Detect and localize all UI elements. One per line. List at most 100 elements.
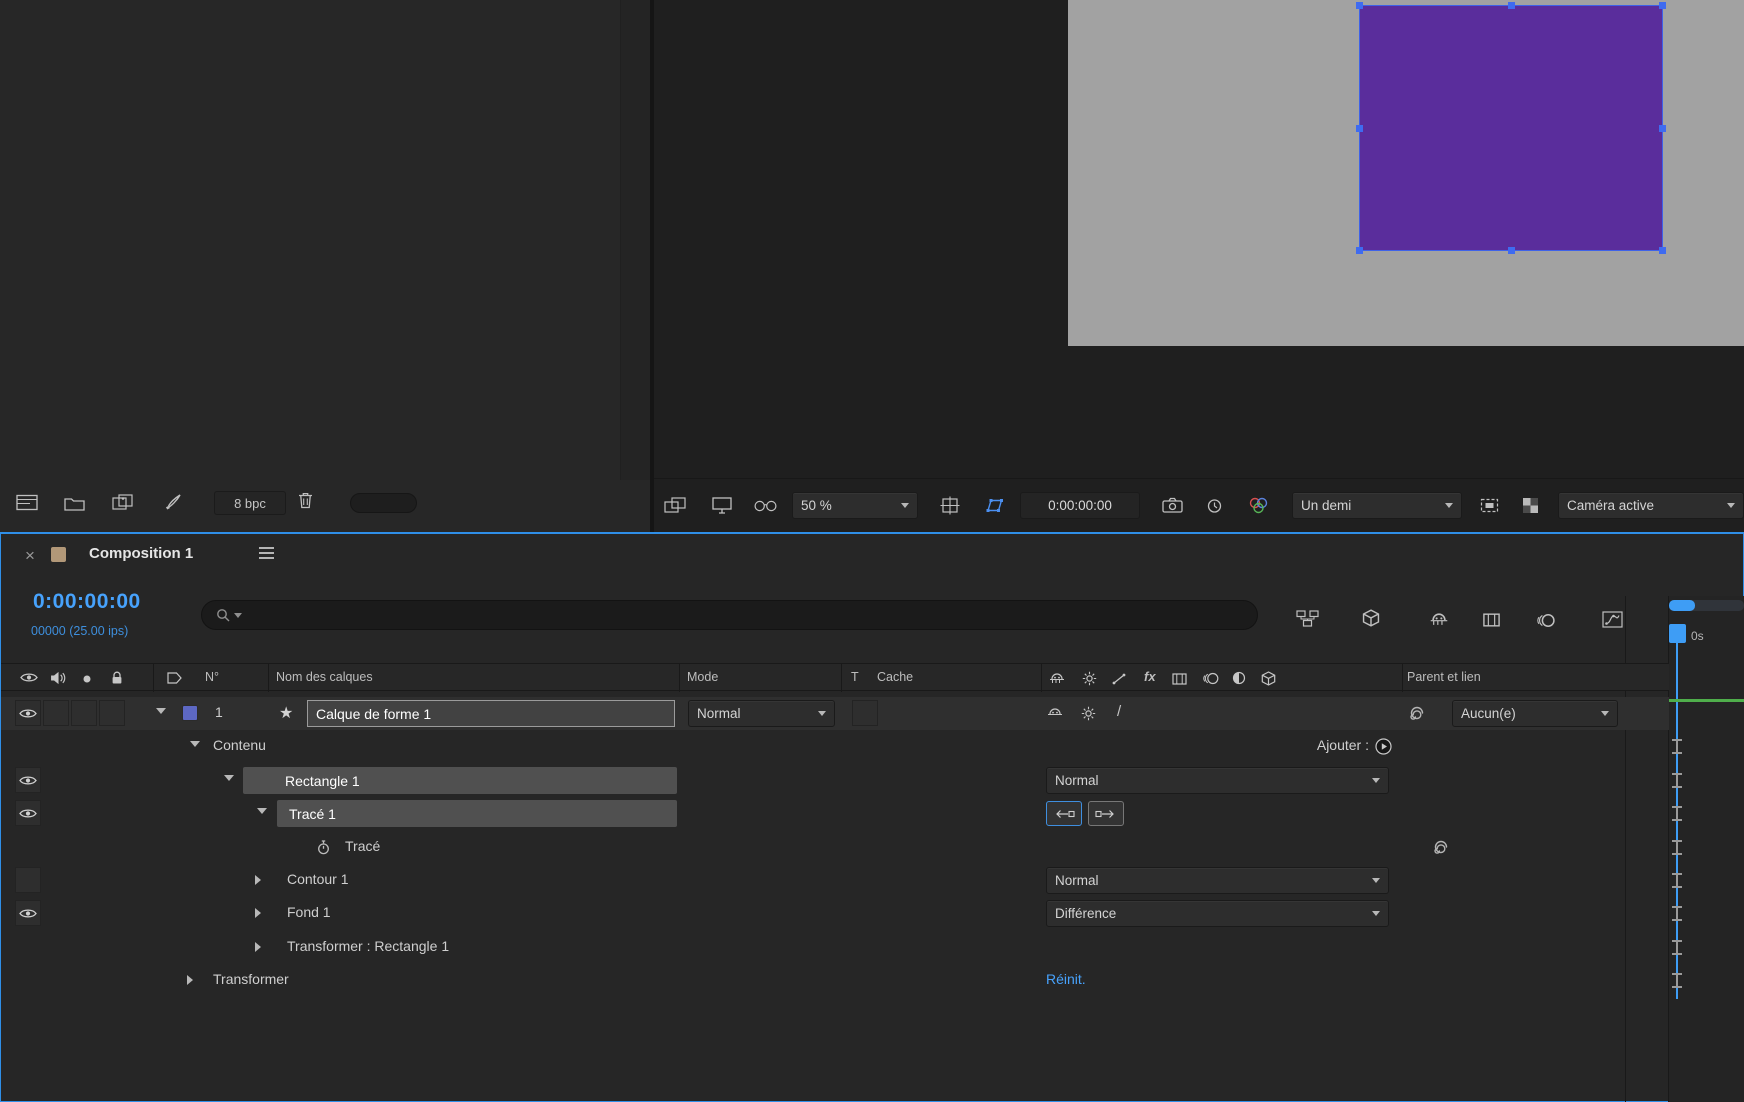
- video-toggle[interactable]: [15, 700, 41, 726]
- reset-link[interactable]: Réinit.: [1046, 971, 1086, 987]
- monitor-icon[interactable]: [712, 497, 732, 514]
- viewer-timecode[interactable]: 0:00:00:00: [1020, 492, 1140, 519]
- search-input[interactable]: [201, 600, 1258, 630]
- layer-duration-bar[interactable]: [1669, 699, 1744, 702]
- hide-shy-layers-icon[interactable]: [1429, 613, 1449, 626]
- rectangle-label-selected[interactable]: Rectangle 1: [243, 767, 677, 794]
- row-rectangle-1[interactable]: Rectangle 1 Normal: [1, 764, 1682, 797]
- row-trace-property[interactable]: Tracé: [1, 831, 1682, 864]
- column-number: N°: [205, 670, 220, 684]
- panel-menu-icon[interactable]: [259, 547, 274, 562]
- selection-handle-mid-right[interactable]: [1659, 125, 1666, 132]
- rectangle-blend-mode-dropdown[interactable]: Normal: [1046, 767, 1389, 794]
- fond-blend-mode-dropdown[interactable]: Différence: [1046, 900, 1389, 927]
- grid-guides-icon[interactable]: [940, 496, 960, 515]
- close-icon[interactable]: ×: [21, 546, 39, 566]
- label-color-chip[interactable]: [182, 705, 198, 721]
- contenu-expander[interactable]: [190, 741, 200, 747]
- time-navigator-handle[interactable]: [1669, 600, 1695, 611]
- track-matte-cell[interactable]: [852, 700, 878, 726]
- rectangle-expander[interactable]: [224, 775, 234, 781]
- visibility-toggle-off[interactable]: [15, 867, 41, 893]
- parent-dropdown[interactable]: Aucun(e): [1452, 700, 1618, 727]
- frame-blending-icon[interactable]: [1482, 613, 1501, 627]
- new-folder-icon[interactable]: [64, 496, 85, 511]
- color-depth-button[interactable]: 8 bpc: [214, 491, 286, 515]
- quality-toggle[interactable]: /: [1117, 703, 1121, 720]
- channels-icon[interactable]: [1248, 497, 1269, 514]
- resolution-dropdown[interactable]: Un demi: [1292, 492, 1462, 519]
- visibility-toggle[interactable]: [15, 767, 41, 793]
- row-transform[interactable]: Transformer Réinit.: [1, 964, 1682, 997]
- composition-canvas[interactable]: [1068, 0, 1744, 346]
- transform-expander[interactable]: [187, 975, 193, 985]
- visibility-toggle[interactable]: [15, 800, 41, 826]
- trash-icon[interactable]: [297, 491, 314, 509]
- 3d-glasses-icon[interactable]: [754, 500, 777, 512]
- audio-icon: [50, 671, 66, 685]
- project-panel-scroll-strip[interactable]: [620, 0, 650, 480]
- selection-handle-bottom-center[interactable]: [1508, 247, 1515, 254]
- fond-label[interactable]: Fond 1: [287, 904, 331, 920]
- playhead-handle[interactable]: [1669, 624, 1686, 643]
- row-contenu[interactable]: Contenu Ajouter :: [1, 730, 1682, 763]
- selection-handle-bottom-left[interactable]: [1356, 247, 1363, 254]
- brush-icon[interactable]: [164, 492, 183, 511]
- visibility-toggle[interactable]: [15, 900, 41, 926]
- property-pick-whip-icon[interactable]: [1433, 839, 1449, 855]
- composition-tab[interactable]: Composition 1: [89, 545, 193, 562]
- collapse-transformations-toggle[interactable]: [1081, 706, 1096, 721]
- motion-blur-icon[interactable]: [1535, 613, 1556, 628]
- layer-expander[interactable]: [156, 708, 166, 714]
- graph-editor-icon[interactable]: [1602, 611, 1623, 628]
- reverse-path-toggle[interactable]: [1046, 801, 1082, 826]
- time-ruler[interactable]: 0s: [1691, 629, 1704, 643]
- trace-group-label-selected[interactable]: Tracé 1: [277, 800, 677, 827]
- contour-label[interactable]: Contour 1: [287, 871, 348, 887]
- search-options-chevron-icon[interactable]: [234, 612, 242, 618]
- row-fond-1[interactable]: Fond 1 Différence: [1, 897, 1682, 930]
- lock-toggle[interactable]: [99, 700, 125, 726]
- trace-group-expander[interactable]: [257, 808, 267, 814]
- layer-name-field[interactable]: Calque de forme 1: [307, 700, 675, 727]
- row-trace-1[interactable]: Tracé 1: [1, 797, 1682, 830]
- mask-visibility-icon[interactable]: [984, 498, 1005, 513]
- layer-row[interactable]: 1 ★ Calque de forme 1 Normal / Aucun(e): [1, 697, 1669, 730]
- selection-handle-top-left[interactable]: [1356, 2, 1363, 9]
- parent-pick-whip-icon[interactable]: [1409, 705, 1425, 721]
- selection-handle-bottom-right[interactable]: [1659, 247, 1666, 254]
- group-span-marker: [1672, 873, 1682, 888]
- selection-handle-top-right[interactable]: [1659, 2, 1666, 9]
- layer-blend-mode-dropdown[interactable]: Normal: [688, 700, 835, 727]
- mini-flowchart-icon[interactable]: [1296, 610, 1319, 627]
- active-camera-dropdown[interactable]: Caméra active: [1558, 492, 1744, 519]
- audio-toggle[interactable]: [43, 700, 69, 726]
- current-time-display[interactable]: 0:00:00:00: [33, 590, 141, 614]
- transform-rectangle-expander[interactable]: [255, 942, 261, 952]
- add-button[interactable]: [1375, 738, 1392, 755]
- path-direction-toggle[interactable]: [1088, 801, 1124, 826]
- stopwatch-icon[interactable]: [317, 840, 330, 855]
- snapshot-camera-icon[interactable]: [1162, 497, 1183, 513]
- row-contour-1[interactable]: Contour 1 Normal: [1, 864, 1682, 897]
- draft-3d-icon[interactable]: [1362, 609, 1380, 627]
- transparency-grid-icon[interactable]: [1522, 497, 1539, 514]
- trace-property-label[interactable]: Tracé: [345, 838, 380, 854]
- new-composition-icon[interactable]: [112, 494, 133, 511]
- region-of-interest-icon[interactable]: [1480, 498, 1499, 513]
- show-snapshot-icon[interactable]: [1206, 498, 1223, 514]
- always-preview-icon[interactable]: [664, 497, 686, 514]
- contour-expander[interactable]: [255, 875, 261, 885]
- interpret-footage-icon[interactable]: [16, 494, 38, 511]
- selection-handle-mid-left[interactable]: [1356, 125, 1363, 132]
- fond-expander[interactable]: [255, 908, 261, 918]
- shy-toggle[interactable]: [1047, 708, 1063, 719]
- transform-rectangle-label[interactable]: Transformer : Rectangle 1: [287, 938, 449, 954]
- zoom-dropdown[interactable]: 50 %: [792, 492, 918, 519]
- solo-toggle[interactable]: [71, 700, 97, 726]
- row-transform-rectangle[interactable]: Transformer : Rectangle 1: [1, 931, 1682, 964]
- shape-layer-rectangle[interactable]: [1356, 2, 1666, 254]
- contour-blend-mode-dropdown[interactable]: Normal: [1046, 867, 1389, 894]
- transform-label[interactable]: Transformer: [213, 971, 289, 987]
- selection-handle-top-center[interactable]: [1508, 2, 1515, 9]
